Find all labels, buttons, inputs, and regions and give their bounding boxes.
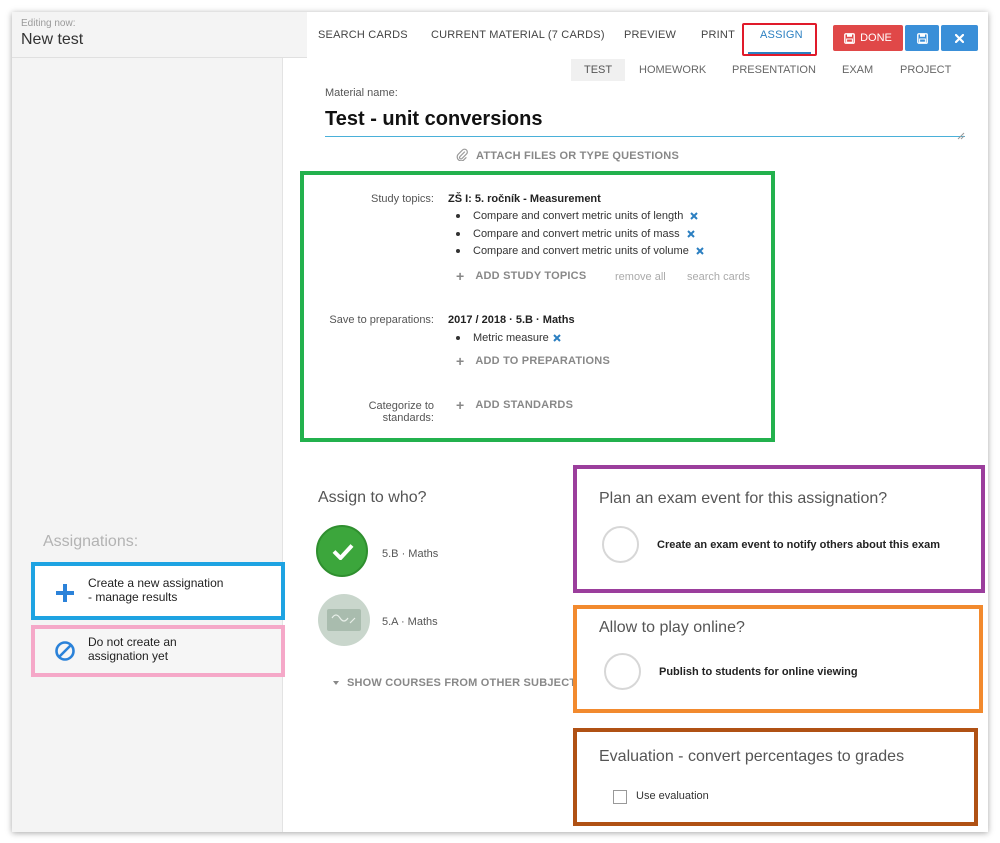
use-evaluation-checkbox[interactable] — [613, 790, 627, 804]
caret-down-icon — [333, 681, 339, 685]
preparations-label: Save to preparations: — [329, 314, 434, 326]
add-to-preparations-label: ADD TO PREPARATIONS — [475, 355, 610, 367]
topic-item-label: Compare and convert metric units of leng… — [473, 210, 684, 222]
tab-exam[interactable]: EXAM — [842, 59, 873, 81]
add-standards-link[interactable]: + ADD STANDARDS — [456, 397, 573, 413]
topic-item: Compare and convert metric units of mass — [456, 228, 695, 240]
online-play-heading: Allow to play online? — [599, 619, 745, 636]
search-cards-link[interactable]: search cards — [687, 271, 750, 283]
exam-event-radio[interactable] — [602, 526, 639, 563]
tab-project[interactable]: PROJECT — [900, 59, 951, 81]
plus-icon — [54, 582, 76, 609]
evaluation-heading: Evaluation - convert percentages to grad… — [599, 748, 905, 765]
no-assignation-line1: Do not create an — [88, 635, 177, 649]
assignations-heading: Assignations: — [43, 533, 139, 550]
chalkboard-icon — [326, 606, 362, 639]
tab-homework[interactable]: HOMEWORK — [639, 59, 706, 81]
topic-item-label: Compare and convert metric units of mass — [473, 228, 680, 240]
remove-topic-icon[interactable] — [696, 247, 704, 255]
online-play-section: Allow to play online? Publish to student… — [573, 605, 983, 713]
standards-label-line2: standards: — [382, 412, 434, 424]
no-assignation-option[interactable]: Do not create an assignation yet — [31, 625, 285, 677]
done-label: DONE — [860, 32, 892, 44]
remove-topic-icon[interactable] — [690, 212, 699, 220]
topic-item: Compare and convert metric units of leng… — [456, 210, 699, 222]
add-standards-label: ADD STANDARDS — [475, 399, 574, 411]
remove-preparation-icon[interactable] — [553, 334, 561, 342]
app-window: Editing now: New test SEARCH CARDS CURRE… — [0, 0, 1000, 843]
course-avatar-5a[interactable] — [318, 594, 370, 646]
attach-files-link[interactable]: ATTACH FILES OR TYPE QUESTIONS — [456, 148, 679, 164]
exam-event-heading: Plan an exam event for this assignation? — [599, 490, 888, 507]
preparation-item-label: Metric measure — [473, 332, 549, 344]
online-play-radio[interactable] — [604, 653, 641, 690]
checkmark-icon — [332, 543, 354, 565]
add-study-topics-link[interactable]: + ADD STUDY TOPICS — [456, 268, 586, 284]
editing-now-label: Editing now: — [21, 18, 76, 29]
close-button[interactable] — [941, 25, 978, 51]
prohibited-icon — [54, 640, 76, 667]
topic-item-label: Compare and convert metric units of volu… — [473, 245, 689, 257]
remove-topic-icon[interactable] — [686, 230, 695, 238]
assign-to-who-heading: Assign to who? — [318, 489, 427, 506]
nav-preview[interactable]: PREVIEW — [624, 12, 676, 58]
plus-icon: + — [456, 353, 465, 369]
attach-files-label: ATTACH FILES OR TYPE QUESTIONS — [476, 150, 679, 162]
save-disk-icon — [844, 32, 856, 44]
online-play-text: Publish to students for online viewing — [659, 666, 858, 678]
tab-test[interactable]: TEST — [571, 59, 626, 81]
remove-all-link[interactable]: remove all — [615, 271, 666, 283]
add-study-topics-label: ADD STUDY TOPICS — [475, 270, 587, 282]
document-title: New test — [21, 31, 84, 48]
assign-active-underline — [748, 52, 811, 54]
left-panel: Assignations: Create a new assignation -… — [12, 58, 285, 832]
study-topics-label: Study topics: — [371, 193, 434, 205]
use-evaluation-label[interactable]: Use evaluation — [636, 790, 709, 802]
material-name-label: Material name: — [325, 87, 398, 99]
nav-print[interactable]: PRINT — [701, 12, 735, 58]
paperclip-icon — [456, 148, 476, 164]
create-assignation-option[interactable]: Create a new assignation - manage result… — [31, 562, 285, 620]
preparations-course: 2017 / 2018 · 5.B · Maths — [448, 314, 575, 326]
create-assignation-line1: Create a new assignation — [88, 576, 224, 590]
material-name-input[interactable] — [325, 102, 965, 137]
floppy-icon — [916, 32, 928, 44]
evaluation-section: Evaluation - convert percentages to grad… — [573, 728, 978, 826]
create-assignation-line2: - manage results — [88, 590, 178, 604]
exam-event-section: Plan an exam event for this assignation?… — [573, 465, 985, 593]
topic-item: Compare and convert metric units of volu… — [456, 245, 704, 257]
editor-frame: Editing now: New test SEARCH CARDS CURRE… — [12, 12, 988, 832]
course-avatar-5b[interactable] — [316, 525, 368, 577]
close-icon — [955, 33, 964, 43]
resize-handle-icon[interactable] — [957, 127, 965, 145]
nav-current-material[interactable]: CURRENT MATERIAL (7 CARDS) — [431, 12, 605, 58]
tab-presentation[interactable]: PRESENTATION — [732, 59, 816, 81]
study-topics-course: ZŠ I: 5. ročník - Measurement — [448, 193, 601, 205]
show-other-courses-link[interactable]: SHOW COURSES FROM OTHER SUBJECTS — [333, 677, 584, 689]
nav-search-cards[interactable]: SEARCH CARDS — [318, 12, 408, 58]
done-button[interactable]: DONE — [833, 25, 903, 51]
plus-icon: + — [456, 268, 465, 284]
preparation-item: Metric measure — [456, 332, 561, 344]
save-button[interactable] — [905, 25, 939, 51]
course-name-5a[interactable]: 5.A · Maths — [382, 616, 438, 628]
no-assignation-line2: assignation yet — [88, 649, 169, 663]
show-other-courses-label: SHOW COURSES FROM OTHER SUBJECTS — [347, 677, 584, 689]
exam-event-text: Create an exam event to notify others ab… — [657, 539, 941, 551]
standards-label-line1: Categorize to — [368, 400, 434, 412]
course-name-5b[interactable]: 5.B · Maths — [382, 548, 438, 560]
plus-icon: + — [456, 397, 465, 413]
add-to-preparations-link[interactable]: + ADD TO PREPARATIONS — [456, 353, 610, 369]
top-bar: Editing now: New test SEARCH CARDS CURRE… — [12, 12, 988, 58]
